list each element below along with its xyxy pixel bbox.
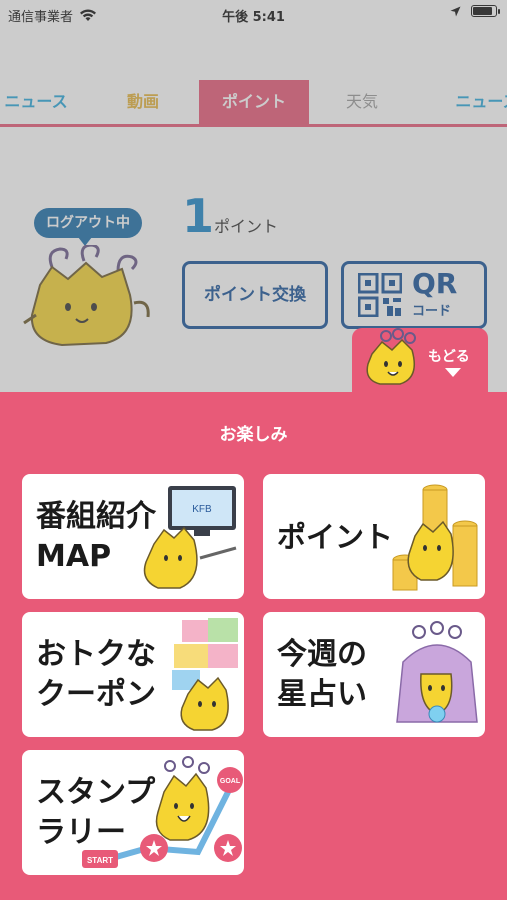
stamp-rally-card[interactable]: スタンプ ラリー START GOAL [22,750,244,875]
tab-video[interactable]: 動画 [103,80,183,124]
logout-status-badge: ログアウト中 [34,208,142,246]
sheet-title: お楽しみ [219,425,288,445]
back-tab-label: もどる [428,349,470,365]
card-label-line2: MAP [36,539,112,574]
category-tab-bar: ニュース 動画 ポイント 天気 ニュース [0,80,507,126]
card-label-line1: ポイント [277,520,394,554]
card-label-line1: 今週の [277,637,367,672]
qr-code-icon [358,273,402,317]
points-value: 1 [182,189,215,243]
tv-mascot-illustration: KFB [143,486,237,589]
stamp-goal-label: GOAL [220,778,241,785]
tv-screen-text: KFB [192,504,212,515]
gift-mascot-illustration [172,618,238,731]
horoscope-card[interactable]: 今週の 星占い [263,612,485,737]
program-map-card[interactable]: 番組紹介 MAP KFB [22,474,244,599]
card-label-line2: 星占い [277,677,367,712]
point-card[interactable]: ポイント [263,474,485,599]
stamp-start-label: START [87,856,113,865]
stamp-rally-mascot-illustration: START GOAL [82,756,243,868]
qr-code-button[interactable]: QR コード [341,261,487,329]
status-time: 午後 5:41 [222,10,285,25]
tab-underline [0,124,507,127]
mascot-illustration [23,245,150,347]
mascot-mini-illustration [366,328,416,385]
tab-point[interactable]: ポイント [199,80,309,124]
tab-news-2[interactable]: ニュース [432,80,507,124]
battery-icon [471,5,500,17]
tab-weather[interactable]: 天気 [322,80,402,124]
battery-fill [473,7,492,15]
qr-button-sublabel: コード [412,304,452,319]
status-right-group [450,5,500,17]
card-label-line2: クーポン [36,677,156,712]
fortune-mascot-illustration [396,621,478,723]
back-tab-button[interactable]: もどる [352,328,488,392]
card-label-line1: 番組紹介 [36,499,156,534]
entertainment-sheet: お楽しみ 番組紹介 MAP KFB ポイント おトクな クーポン 今週の 星占い… [0,392,507,900]
coins-mascot-illustration [392,484,478,591]
point-exchange-button[interactable]: ポイント交換 [182,261,328,329]
location-arrow-icon [450,6,461,16]
chevron-down-icon [445,368,461,377]
status-bar: 通信事業者 午後 5:41 [0,0,507,30]
tab-news[interactable]: ニュース [0,80,86,124]
coupon-card[interactable]: おトクな クーポン [22,612,244,737]
card-label-line1: おトクな [36,637,156,672]
points-unit: ポイント [214,217,279,236]
qr-button-label: QR [412,267,458,300]
